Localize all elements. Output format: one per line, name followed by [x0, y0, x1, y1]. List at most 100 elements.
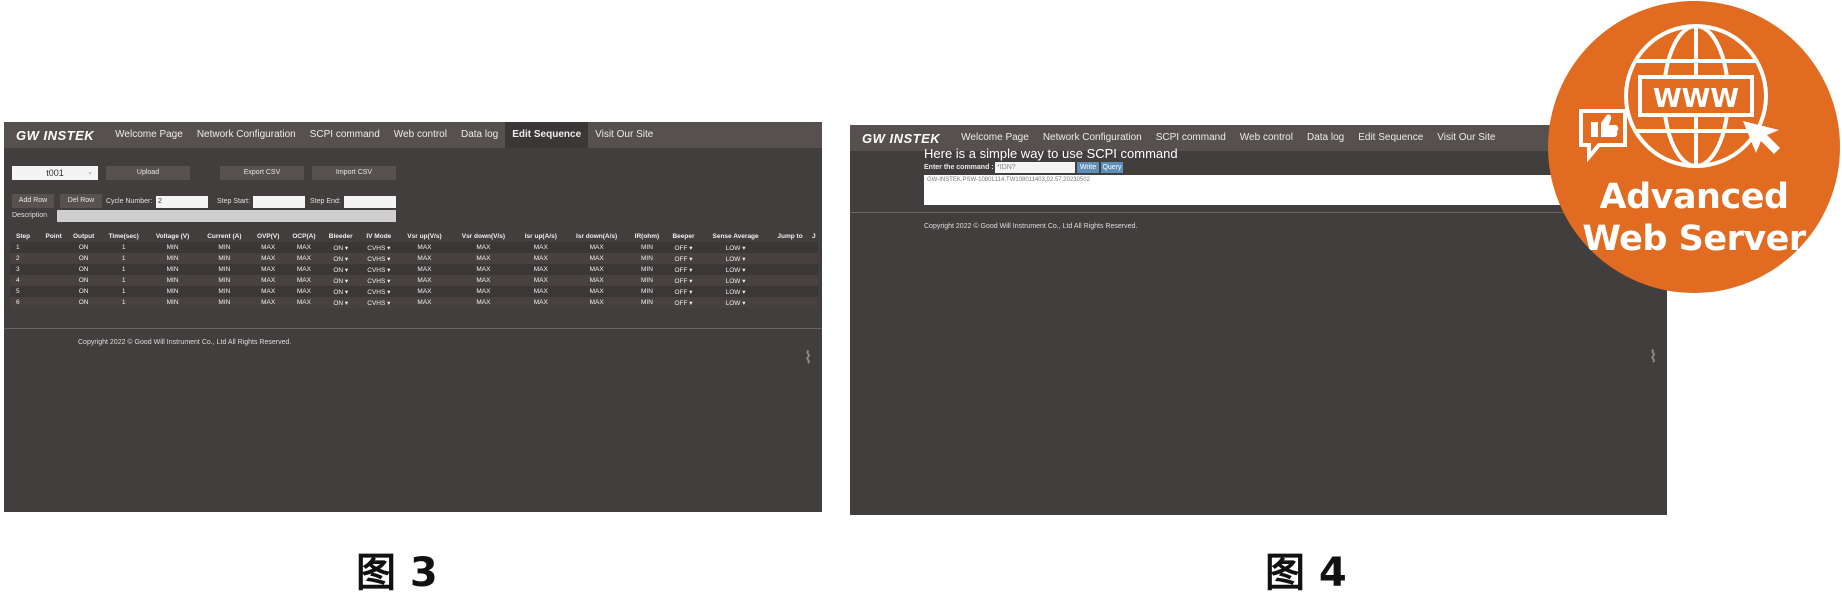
badge-title-line1: Advanced	[1599, 177, 1789, 217]
table-cell[interactable]: LOW ▾	[700, 264, 771, 275]
table-cell: MAX	[565, 242, 628, 253]
table-cell	[40, 264, 67, 275]
cell-value: ON	[78, 299, 89, 306]
description-input[interactable]	[57, 210, 396, 222]
nav-data-log[interactable]: Data log	[454, 122, 505, 148]
table-cell	[40, 253, 67, 264]
column-header: IR(ohm)	[634, 232, 660, 240]
table-cell[interactable]: OFF ▾	[666, 286, 701, 297]
table-cell[interactable]: ON ▾	[322, 264, 360, 275]
table-cell[interactable]: OFF ▾	[666, 242, 701, 253]
cell-value: MIN	[640, 255, 653, 262]
nav-edit-sequence[interactable]: Edit Sequence	[1351, 125, 1430, 151]
add-row-button[interactable]: Add Row	[12, 194, 54, 208]
table-cell[interactable]: CVHS ▾	[359, 297, 399, 308]
advanced-web-server-badge: WWW Advanced Web Server	[1548, 1, 1840, 293]
cell-value: MAX	[296, 255, 311, 262]
table-cell[interactable]: ON ▾	[322, 286, 360, 297]
description-label: Description	[12, 212, 48, 219]
table-cell: MIN	[146, 297, 199, 308]
table-cell[interactable]: ON ▾	[322, 275, 360, 286]
table-cell[interactable]: CVHS ▾	[359, 275, 399, 286]
column-header: Isr up(A/s)	[524, 232, 557, 240]
cell-value: OFF	[674, 255, 688, 263]
table-header-row: Step Point Output Time(sec) Voltage (V) Curre…	[10, 230, 818, 242]
cell-value: MIN	[218, 255, 231, 262]
table-cell	[809, 242, 818, 253]
table-cell[interactable]: OFF ▾	[666, 297, 701, 308]
table-cell[interactable]: OFF ▾	[666, 264, 701, 275]
table-cell[interactable]: LOW ▾	[700, 275, 771, 286]
table-cell[interactable]: ON ▾	[322, 242, 360, 253]
nav-web-control[interactable]: Web control	[1233, 125, 1300, 151]
table-cell: MIN	[146, 286, 199, 297]
export-csv-button[interactable]: Export CSV	[220, 166, 304, 180]
step-start-input[interactable]	[253, 196, 305, 208]
table-cell[interactable]: CVHS ▾	[359, 253, 399, 264]
table-cell[interactable]: LOW ▾	[700, 242, 771, 253]
table-cell	[40, 297, 67, 308]
table-cell[interactable]: OFF ▾	[666, 253, 701, 264]
upload-button[interactable]: Upload	[106, 166, 190, 180]
cell-value: MAX	[589, 288, 604, 295]
cell-value: 1	[16, 244, 20, 251]
table-cell: MAX	[398, 297, 451, 308]
cycle-number-input[interactable]: 2	[156, 196, 208, 208]
table-cell[interactable]: LOW ▾	[700, 253, 771, 264]
copyright-text: Copyright 2022 © Good Will Instrument Co…	[78, 339, 292, 346]
nav-visit-our-site[interactable]: Visit Our Site	[1430, 125, 1502, 151]
table-cell[interactable]: ON ▾	[322, 297, 360, 308]
column-header: J	[812, 232, 816, 240]
cell-value: MAX	[476, 288, 491, 295]
table-cell[interactable]: OFF ▾	[666, 275, 701, 286]
table-cell[interactable]: LOW ▾	[700, 297, 771, 308]
table-cell[interactable]: ON ▾	[322, 253, 360, 264]
table-cell: MAX	[516, 286, 566, 297]
cell-value: ON	[333, 255, 344, 263]
cell-value: CVHS	[367, 299, 386, 307]
gw-instek-logo: GW INSTEK	[16, 127, 95, 143]
table-row: 6 ON 1 MIN MIN MAX MAX ON ▾ CVHS ▾ MAX MAX MAX MAX MI…	[10, 297, 818, 308]
cell-value: MIN	[640, 277, 653, 284]
table-cell: MAX	[250, 264, 286, 275]
command-input[interactable]: *IDN?	[995, 162, 1075, 173]
table-cell: MAX	[250, 297, 286, 308]
table-cell: MAX	[565, 264, 628, 275]
nav-data-log[interactable]: Data log	[1300, 125, 1351, 151]
table-cell: 1	[100, 242, 147, 253]
nav-scpi-command[interactable]: SCPI command	[303, 122, 387, 148]
write-button[interactable]: Write	[1077, 162, 1099, 173]
table-cell	[770, 286, 810, 297]
table-cell[interactable]: LOW ▾	[700, 286, 771, 297]
table-cell: ON	[66, 297, 101, 308]
nav-welcome-page[interactable]: Welcome Page	[108, 122, 190, 148]
dropdown-arrow-icon: ▾	[687, 244, 693, 252]
dropdown-arrow-icon: ▾	[385, 277, 391, 285]
cell-value: MIN	[166, 299, 179, 306]
cell-value: OFF	[674, 288, 688, 296]
table-cell: MAX	[285, 286, 323, 297]
cycle-number-label: Cycle Number:	[106, 198, 153, 205]
cell-value: MAX	[296, 244, 311, 251]
column-header: Isr down(A/s)	[576, 232, 618, 240]
sequence-select[interactable]: t001 ⌄	[12, 166, 98, 180]
table-cell: MIN	[146, 253, 199, 264]
table-cell: MAX	[450, 242, 517, 253]
table-cell[interactable]: CVHS ▾	[359, 286, 399, 297]
import-csv-button[interactable]: Import CSV	[312, 166, 396, 180]
table-cell[interactable]: CVHS ▾	[359, 264, 399, 275]
cell-value: MAX	[296, 299, 311, 306]
nav-edit-sequence[interactable]: Edit Sequence	[505, 122, 589, 148]
table-cell[interactable]: CVHS ▾	[359, 242, 399, 253]
table-cell: 3	[10, 264, 41, 275]
table-cell	[770, 253, 810, 264]
table-cell: ON	[66, 253, 101, 264]
nav-visit-our-site[interactable]: Visit Our Site	[588, 122, 660, 148]
nav-web-control[interactable]: Web control	[387, 122, 454, 148]
nav-network-configuration[interactable]: Network Configuration	[190, 122, 303, 148]
del-row-button[interactable]: Del Row	[60, 194, 102, 208]
step-end-input[interactable]	[344, 196, 396, 208]
query-button[interactable]: Query	[1101, 162, 1123, 173]
table-cell	[770, 242, 810, 253]
table-cell: MAX	[516, 297, 566, 308]
